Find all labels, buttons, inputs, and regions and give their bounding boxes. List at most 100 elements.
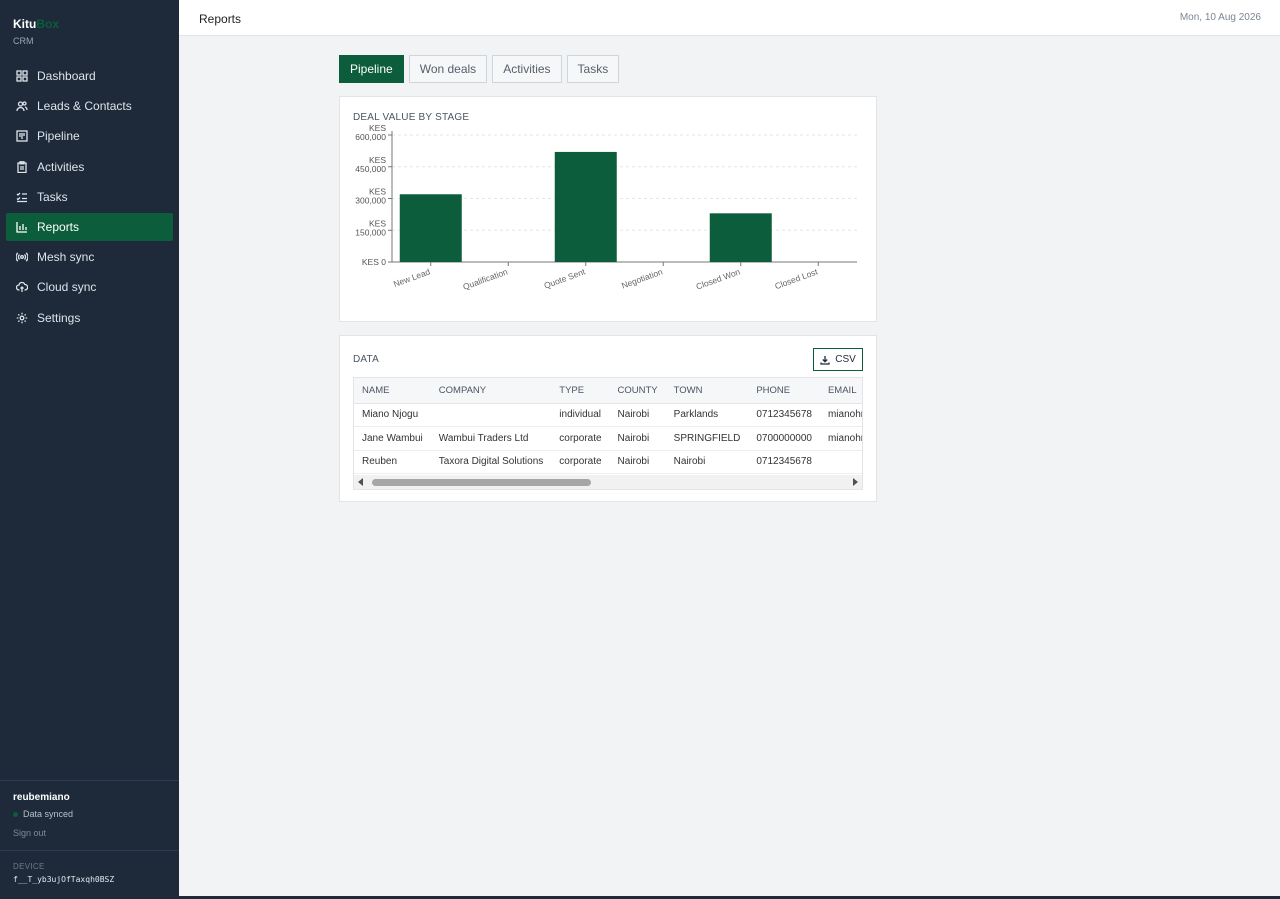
report-tabs: Pipeline Won deals Activities Tasks bbox=[339, 55, 624, 83]
csv-export-button[interactable]: CSV bbox=[813, 348, 863, 371]
table-row: Miano Njogu individual Nairobi Parklands… bbox=[354, 403, 862, 427]
column-header-town: TOWN bbox=[665, 378, 749, 404]
brand-name-accent: Box bbox=[36, 17, 59, 31]
table-cell: Jane Wambui bbox=[354, 426, 431, 451]
sidebar-item-label: Tasks bbox=[37, 189, 68, 204]
user-name: reubemiano bbox=[13, 792, 70, 803]
sidebar-item-activities[interactable]: Activities bbox=[6, 153, 173, 181]
scrollbar-thumb[interactable] bbox=[372, 479, 591, 486]
table-cell: Nairobi bbox=[609, 426, 666, 451]
column-header-county: COUNTY bbox=[609, 378, 666, 404]
y-tick-label: KES 150,000 bbox=[355, 218, 386, 237]
table-cell: Parklands bbox=[665, 403, 749, 427]
sync-status: Data synced bbox=[13, 809, 73, 819]
table-cell: Taxora Digital Solutions bbox=[430, 450, 552, 474]
chart-card: DEAL VALUE BY STAGE KES 0 KES 150,000 KES 30… bbox=[339, 96, 877, 322]
sidebar-divider bbox=[0, 850, 179, 851]
device-panel: DEVICE f__T_yb3ujOfTaxqh0BSZ bbox=[13, 862, 114, 884]
x-tick-label: Quote Sent bbox=[543, 266, 587, 290]
tab-pipeline[interactable]: Pipeline bbox=[339, 55, 404, 83]
y-tick-label: KES 0 bbox=[362, 257, 386, 267]
checklist-icon bbox=[16, 191, 28, 203]
users-icon bbox=[16, 100, 28, 112]
sidebar-nav: Dashboard Leads & Contacts Pipeline Acti… bbox=[6, 62, 173, 334]
horizontal-scrollbar[interactable] bbox=[354, 475, 862, 489]
deal-value-chart: KES 0 KES 150,000 KES 300,000 KES 450,000 KES 60… bbox=[355, 123, 857, 292]
table-cell: 0712345678 bbox=[748, 450, 820, 474]
sidebar-item-reports[interactable]: Reports bbox=[6, 212, 173, 241]
table-cell: Miano Njogu bbox=[354, 403, 431, 427]
sidebar-item-leads-contacts[interactable]: Leads & Contacts bbox=[6, 92, 173, 120]
grid-icon bbox=[16, 70, 28, 82]
table-cell: corporate bbox=[551, 450, 610, 474]
data-title: DATA bbox=[353, 354, 379, 365]
broadcast-icon bbox=[16, 251, 28, 263]
scroll-left-arrow-icon[interactable] bbox=[358, 478, 363, 486]
chart-bar bbox=[709, 213, 772, 262]
column-header-name: NAME bbox=[354, 378, 431, 404]
sidebar-item-pipeline[interactable]: Pipeline bbox=[6, 122, 173, 150]
sidebar-item-label: Leads & Contacts bbox=[37, 99, 132, 114]
sidebar-item-label: Settings bbox=[37, 310, 81, 325]
column-header-company: COMPANY bbox=[430, 378, 552, 404]
sidebar-item-cloud-sync[interactable]: Cloud sync bbox=[6, 273, 173, 301]
table-cell: Nairobi bbox=[609, 450, 666, 474]
table-cell: mianohr@gma bbox=[819, 403, 862, 427]
chart-bar bbox=[554, 151, 617, 262]
sidebar-item-mesh-sync[interactable]: Mesh sync bbox=[6, 243, 173, 271]
y-tick-label: KES 450,000 bbox=[355, 155, 386, 174]
table-cell: Nairobi bbox=[609, 403, 666, 427]
sign-out-link[interactable]: Sign out bbox=[13, 828, 73, 838]
x-tick-label: Closed Lost bbox=[773, 266, 819, 291]
chart-bar bbox=[399, 194, 462, 262]
x-tick-label: Closed Won bbox=[695, 266, 742, 291]
table-cell: SPRINGFIELD bbox=[665, 426, 749, 451]
tab-activities[interactable]: Activities bbox=[492, 55, 562, 83]
table-cell: mianohr@gma bbox=[819, 426, 862, 451]
table-row: Reuben Taxora Digital Solutions corporat… bbox=[354, 450, 862, 474]
sidebar-item-label: Reports bbox=[37, 219, 80, 234]
sidebar-item-label: Dashboard bbox=[37, 69, 96, 83]
clipboard-icon bbox=[16, 160, 28, 173]
x-tick-label: New Lead bbox=[392, 266, 432, 289]
sidebar-item-dashboard[interactable]: Dashboard bbox=[6, 62, 173, 90]
column-header-type: TYPE bbox=[551, 378, 610, 404]
table-cell bbox=[430, 403, 552, 427]
brand: KituBox CRM bbox=[13, 17, 59, 46]
brand-name: KituBox bbox=[13, 17, 59, 31]
table-row: Jane Wambui Wambui Traders Ltd corporate… bbox=[354, 426, 862, 451]
gear-icon bbox=[16, 312, 28, 324]
table-cell: Reuben bbox=[354, 450, 431, 474]
data-table-container[interactable]: NAME COMPANY TYPE COUNTY TOWN PHONE EMAI… bbox=[353, 377, 863, 490]
sidebar-item-tasks[interactable]: Tasks bbox=[6, 183, 173, 211]
scroll-right-arrow-icon[interactable] bbox=[853, 478, 858, 486]
device-id: f__T_yb3ujOfTaxqh0BSZ bbox=[13, 875, 115, 884]
page-title: Reports bbox=[199, 12, 242, 26]
tab-won-deals[interactable]: Won deals bbox=[408, 55, 488, 83]
kanban-icon bbox=[16, 130, 28, 143]
user-panel: reubemiano Data synced Sign out bbox=[13, 792, 73, 838]
current-date: Mon, 10 Aug 2026 bbox=[1179, 12, 1261, 23]
brand-name-main: Kitu bbox=[13, 17, 37, 31]
table-header-row: NAME COMPANY TYPE COUNTY TOWN PHONE EMAI… bbox=[354, 378, 862, 404]
sidebar-item-settings[interactable]: Settings bbox=[6, 304, 173, 332]
table-cell: 0700000000 bbox=[748, 426, 820, 451]
column-header-email: EMAIL bbox=[819, 378, 862, 404]
table-cell: Nairobi bbox=[665, 450, 749, 474]
data-table: NAME COMPANY TYPE COUNTY TOWN PHONE EMAI… bbox=[354, 378, 862, 474]
tab-tasks[interactable]: Tasks bbox=[566, 55, 620, 83]
device-label: DEVICE bbox=[13, 862, 45, 871]
table-cell: corporate bbox=[551, 426, 610, 451]
sidebar-item-label: Cloud sync bbox=[37, 280, 97, 295]
y-tick-label: KES 300,000 bbox=[355, 187, 386, 206]
sidebar-divider bbox=[0, 780, 179, 781]
y-tick-label: KES 600,000 bbox=[355, 123, 386, 142]
brand-subtitle: CRM bbox=[13, 36, 34, 46]
data-card: DATA CSV NAME COMPANY TYPE COUNTY TOWN P… bbox=[339, 335, 877, 502]
sync-status-text: Data synced bbox=[23, 809, 74, 819]
table-cell: Wambui Traders Ltd bbox=[430, 426, 552, 451]
table-cell: 0712345678 bbox=[748, 403, 820, 427]
table-cell bbox=[819, 450, 862, 474]
bar-chart-icon bbox=[16, 221, 28, 233]
sidebar-item-label: Mesh sync bbox=[37, 250, 95, 265]
